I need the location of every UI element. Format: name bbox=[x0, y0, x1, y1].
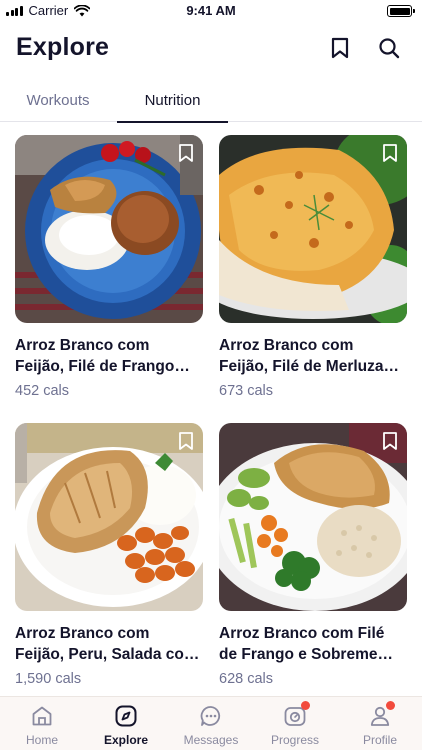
tabbar-label: Messages bbox=[183, 733, 239, 747]
tabbar-item-progress[interactable]: Progress bbox=[253, 697, 337, 750]
tabbar-label: Explore bbox=[103, 733, 148, 747]
tabbar-label: Home bbox=[25, 733, 58, 747]
recipe-image bbox=[15, 423, 203, 611]
food-photo bbox=[15, 135, 203, 323]
recipe-calories: 1,590 cals bbox=[15, 671, 82, 687]
tab-workouts[interactable]: Workouts bbox=[8, 78, 108, 122]
chat-icon bbox=[200, 706, 221, 726]
search-button[interactable] bbox=[375, 34, 403, 62]
status-time: 9:41 AM bbox=[186, 3, 236, 18]
home-icon bbox=[32, 706, 52, 726]
save-recipe-icon[interactable] bbox=[177, 431, 195, 451]
tabbar-item-home[interactable]: Home bbox=[0, 697, 84, 750]
recipe-image bbox=[15, 135, 203, 323]
food-photo bbox=[219, 423, 407, 611]
recipe-grid: Arroz Branco com Feijão, Filé de Frango…… bbox=[0, 122, 422, 696]
food-photo bbox=[219, 135, 407, 323]
notification-badge bbox=[301, 701, 310, 710]
save-recipe-icon[interactable] bbox=[177, 143, 195, 163]
recipe-calories: 673 cals bbox=[219, 383, 274, 399]
recipe-title: Arroz Branco com Feijão, Peru, Salada co… bbox=[15, 625, 200, 663]
recipe-image bbox=[219, 423, 407, 611]
tabbar-item-messages[interactable]: Messages bbox=[169, 697, 253, 750]
recipe-title: Arroz Branco com Filé de Frango e Sobrem… bbox=[219, 625, 393, 663]
compass-icon bbox=[115, 705, 137, 727]
recipe-title: Arroz Branco com Feijão, Filé de Frango… bbox=[15, 337, 190, 375]
saved-button[interactable] bbox=[326, 34, 354, 62]
save-recipe-icon[interactable] bbox=[381, 143, 399, 163]
tabbar-label: Profile bbox=[362, 733, 397, 747]
bottom-tab-bar: Home Explore Messages Progress Profile bbox=[0, 696, 422, 750]
recipe-image bbox=[219, 135, 407, 323]
tabbar-item-profile[interactable]: Profile bbox=[338, 697, 422, 750]
recipe-card[interactable]: Arroz Branco com Feijão, Filé de Frango…… bbox=[15, 135, 203, 399]
header: Explore bbox=[0, 22, 422, 76]
bookmark-icon bbox=[331, 37, 349, 59]
save-recipe-icon[interactable] bbox=[381, 431, 399, 451]
tabbar-label: Progress bbox=[270, 733, 320, 747]
segment-tabs: Workouts Nutrition bbox=[0, 78, 422, 123]
recipe-calories: 452 cals bbox=[15, 383, 70, 399]
recipe-card[interactable]: Arroz Branco com Feijão, Peru, Salada co… bbox=[15, 423, 203, 687]
recipe-title: Arroz Branco com Feijão, Filé de Merluza… bbox=[219, 337, 400, 375]
recipe-calories: 628 cals bbox=[219, 671, 274, 687]
tabbar-item-explore[interactable]: Explore bbox=[84, 697, 168, 750]
search-icon bbox=[379, 38, 400, 59]
status-bar: Carrier 9:41 AM bbox=[0, 0, 422, 22]
food-photo bbox=[15, 423, 203, 611]
tab-nutrition[interactable]: Nutrition bbox=[117, 78, 228, 123]
page-title: Explore bbox=[16, 33, 110, 61]
notification-badge bbox=[386, 701, 395, 710]
battery-icon bbox=[387, 5, 415, 17]
recipe-card[interactable]: Arroz Branco com Filé de Frango e Sobrem… bbox=[219, 423, 407, 687]
recipe-card[interactable]: Arroz Branco com Feijão, Filé de Merluza… bbox=[219, 135, 407, 399]
